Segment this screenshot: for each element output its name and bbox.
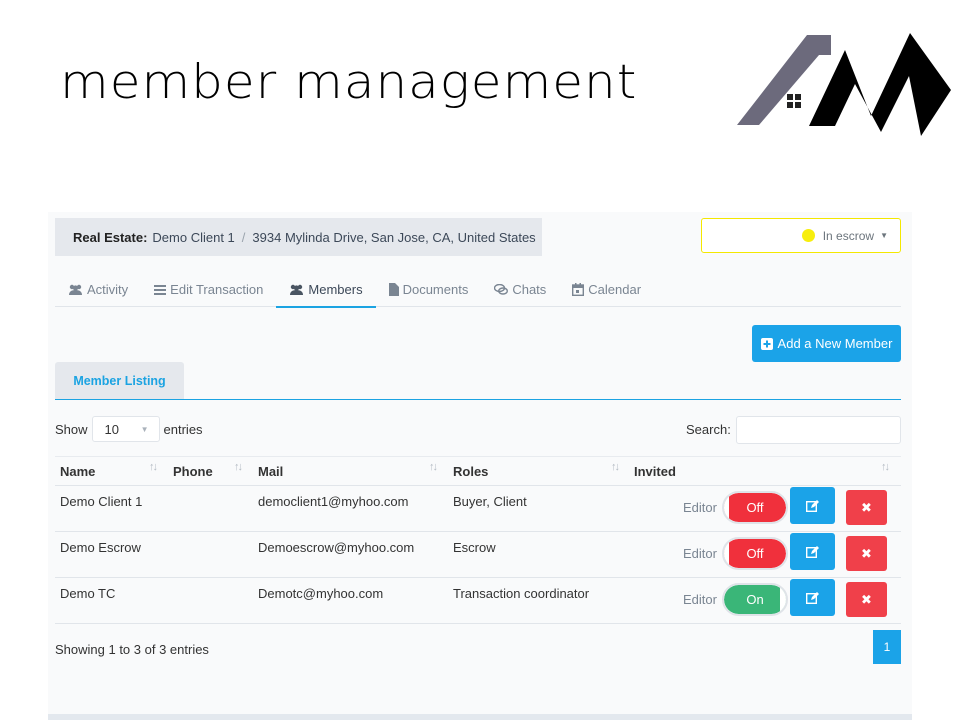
member-name: Demo Escrow <box>60 540 141 555</box>
search-input[interactable] <box>736 416 901 444</box>
sort-icon[interactable]: ↑↓ <box>881 461 890 473</box>
page-length-control: Show 10 ▼ entries <box>55 416 203 442</box>
tab-label: Members <box>308 282 363 297</box>
member-name: Demo Client 1 <box>60 494 143 509</box>
editor-toggle[interactable]: Off <box>722 537 788 570</box>
breadcrumb-separator: / <box>241 229 246 245</box>
member-roles: Buyer, Client <box>453 494 527 509</box>
breadcrumb-label: Real Estate: <box>73 229 148 245</box>
add-member-label: Add a New Member <box>777 336 893 351</box>
tab-label: Edit Transaction <box>170 282 264 297</box>
tab-label: Calendar <box>588 282 642 297</box>
panel-footer-strip <box>48 714 912 720</box>
member-roles: Transaction coordinator <box>453 586 590 601</box>
editor-label: Editor <box>683 592 717 607</box>
file-icon <box>388 283 399 296</box>
member-mail: Demotc@myhoo.com <box>258 586 384 601</box>
tab-documents[interactable]: Documents <box>376 272 482 307</box>
close-icon: ✖ <box>861 499 872 515</box>
toggle-state: On <box>724 585 786 614</box>
column-mail[interactable]: Mail <box>258 464 283 479</box>
toggle-knob <box>724 493 729 522</box>
tab-calendar[interactable]: Calendar <box>559 272 654 307</box>
table-row: Demo TC Demotc@myhoo.com Transaction coo… <box>55 578 901 624</box>
plus-square-icon <box>760 337 773 350</box>
delete-button[interactable]: ✖ <box>846 536 887 571</box>
users-icon <box>290 284 304 295</box>
add-member-button[interactable]: Add a New Member <box>752 325 901 362</box>
edit-icon <box>806 591 819 604</box>
close-icon: ✖ <box>861 591 872 607</box>
tab-label: Chats <box>512 282 547 297</box>
column-roles[interactable]: Roles <box>453 464 488 479</box>
edit-icon <box>806 545 819 558</box>
breadcrumb-address: 3934 Mylinda Drive, San Jose, CA, United… <box>252 229 536 245</box>
status-dot <box>801 229 815 242</box>
tab-label: Activity <box>87 282 129 297</box>
page-length-select[interactable]: 10 ▼ <box>91 416 160 442</box>
column-name[interactable]: Name <box>60 464 95 479</box>
show-label: Show <box>55 421 88 437</box>
sort-icon[interactable]: ↑↓ <box>234 461 243 473</box>
users-icon <box>69 284 82 295</box>
slide-title: member management <box>60 54 638 110</box>
caret-down-icon: ▼ <box>880 231 888 240</box>
member-name: Demo TC <box>60 586 116 601</box>
editor-label: Editor <box>683 500 717 515</box>
delete-button[interactable]: ✖ <box>846 582 887 617</box>
page-length-value: 10 <box>104 421 119 437</box>
toggle-knob <box>780 585 786 614</box>
table-info: Showing 1 to 3 of 3 entries <box>55 642 209 657</box>
tab-activity[interactable]: Activity <box>55 272 141 307</box>
sort-icon[interactable]: ↑↓ <box>611 461 620 473</box>
table-row: Demo Client 1 democlient1@myhoo.com Buye… <box>55 486 901 532</box>
sort-icon[interactable]: ↑↓ <box>429 461 438 473</box>
editor-label: Editor <box>683 546 717 561</box>
entries-label: entries <box>163 421 203 437</box>
calendar-icon <box>572 283 585 296</box>
table-row: Demo Escrow Demoescrow@myhoo.com Escrow … <box>55 532 901 578</box>
company-logo <box>737 33 951 136</box>
divider <box>55 399 901 400</box>
column-invited[interactable]: Invited <box>634 464 676 479</box>
toggle-knob <box>724 539 729 568</box>
member-mail: Demoescrow@myhoo.com <box>258 540 415 555</box>
toggle-state: Off <box>724 539 786 568</box>
tab-edit-transaction[interactable]: Edit Transaction <box>141 272 276 307</box>
column-phone[interactable]: Phone <box>173 464 213 479</box>
delete-button[interactable]: ✖ <box>846 490 887 525</box>
tab-label: Documents <box>402 282 469 297</box>
member-mail: democlient1@myhoo.com <box>258 494 409 509</box>
editor-toggle[interactable]: On <box>722 583 788 616</box>
tab-chats[interactable]: Chats <box>481 272 559 307</box>
tab-bar: Activity Edit Transaction Members Docume… <box>55 272 901 308</box>
toggle-state: Off <box>724 493 786 522</box>
tab-member-listing[interactable]: Member Listing <box>55 362 184 400</box>
pagination-page-1[interactable]: 1 <box>873 630 901 664</box>
breadcrumb-client[interactable]: Demo Client 1 <box>152 230 234 245</box>
tab-members[interactable]: Members <box>276 272 376 308</box>
member-roles: Escrow <box>453 540 496 555</box>
edit-button[interactable] <box>790 487 835 524</box>
edit-icon <box>806 499 819 512</box>
editor-toggle[interactable]: Off <box>722 491 788 524</box>
close-icon: ✖ <box>861 545 872 561</box>
list-icon <box>154 284 167 295</box>
edit-button[interactable] <box>790 533 835 570</box>
status-dropdown[interactable]: In escrow ▼ <box>701 218 901 253</box>
search-label: Search: <box>686 422 731 437</box>
edit-button[interactable] <box>790 579 835 616</box>
status-value: In escrow <box>822 228 875 243</box>
table-header: Name ↑↓ Phone ↑↓ Mail ↑↓ Roles ↑↓ Invite… <box>55 456 901 486</box>
chat-icon <box>494 284 509 295</box>
sort-icon[interactable]: ↑↓ <box>149 461 158 473</box>
breadcrumb: Real Estate: Demo Client 1 / 3934 Mylind… <box>55 218 542 256</box>
caret-down-icon: ▼ <box>140 424 149 434</box>
